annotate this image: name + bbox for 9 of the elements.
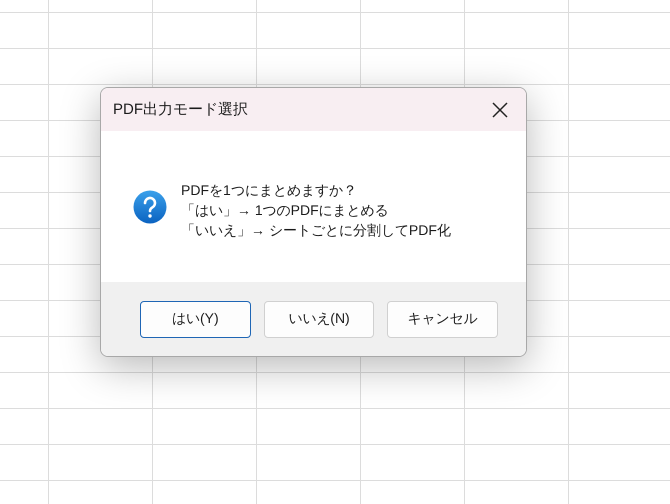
window-title: PDF出力モード選択: [113, 100, 248, 119]
dialog-button[interactable]: キャンセル: [387, 300, 498, 338]
dialog-button[interactable]: はい(Y): [140, 300, 251, 338]
question-icon: [133, 190, 167, 224]
message-text: 「いいえ」→ シートごとに分割してPDF化: [181, 220, 451, 240]
message-text: 「はい」→ 1つのPDFにまとめる: [181, 200, 390, 220]
dialog-button[interactable]: いいえ(N): [264, 300, 374, 338]
message-text: PDFを1つにまとめますか？: [181, 180, 358, 200]
close-icon: [492, 102, 508, 118]
